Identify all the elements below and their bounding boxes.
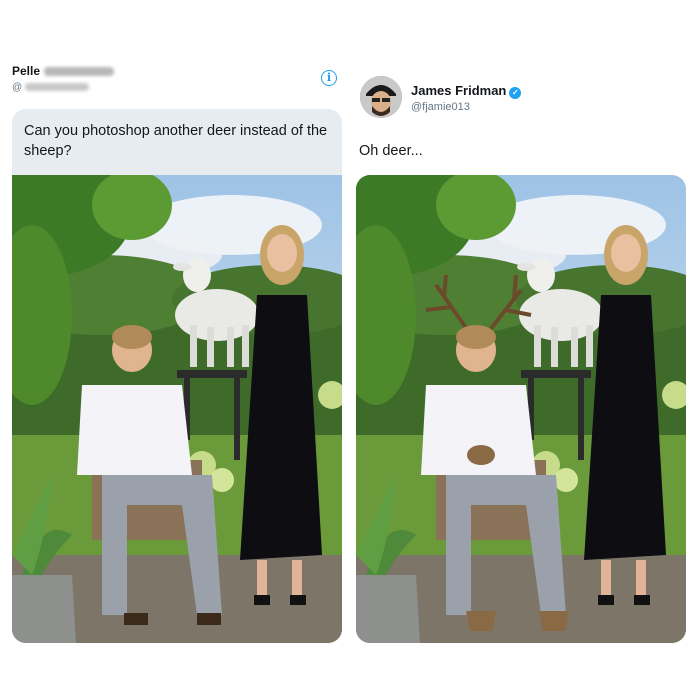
question-bubble: Can you photoshop another deer instead o… [12,109,342,175]
left-user-handle-prefix: @ [12,82,23,93]
left-user-name[interactable]: Pelle [12,64,115,78]
garden-photo-antlers [356,175,686,643]
avatar[interactable] [360,76,402,118]
left-photo-original[interactable] [12,175,342,643]
reply-text: Oh deer... [359,143,423,159]
right-user-handle[interactable]: @fjamie013 [411,101,470,113]
info-icon[interactable]: i [321,70,337,86]
left-user-name-text: Pelle [12,64,41,78]
left-user-handle[interactable]: @ [12,82,114,93]
avatar-image [360,76,402,118]
left-tweet-header: Pelle @ [12,64,115,93]
blurred-handle [25,83,90,92]
right-user-name-text: James Fridman [411,83,507,98]
right-photo-edited[interactable] [356,175,686,643]
verified-badge-icon: ✓ [509,87,522,99]
garden-photo-sheep [12,175,342,643]
blurred-surname [44,67,115,77]
right-user-name[interactable]: James Fridman ✓ [411,83,522,99]
question-text: Can you photoshop another deer instead o… [24,123,328,159]
